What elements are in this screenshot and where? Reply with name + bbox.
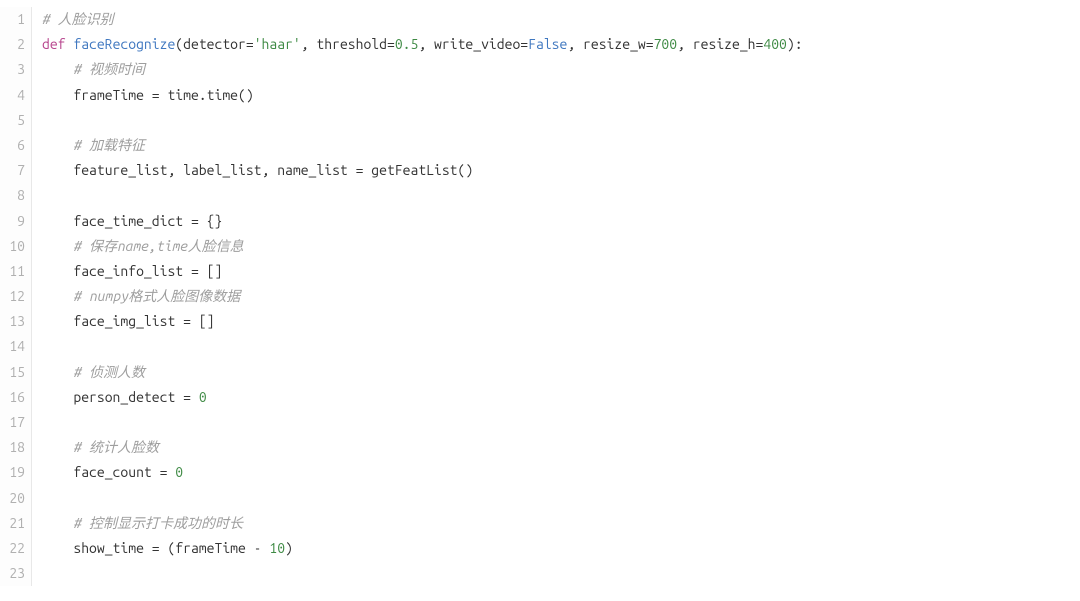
code-token: (detector= (175, 32, 253, 57)
code-line[interactable]: face_img_list = [] (42, 309, 1080, 334)
line-number: 6 (0, 133, 25, 158)
code-line[interactable]: # 侦测人数 (42, 360, 1080, 385)
code-token: # 保存name,time人脸信息 (73, 234, 243, 259)
code-token (42, 511, 73, 536)
code-line[interactable]: person_detect = 0 (42, 385, 1080, 410)
line-number: 19 (0, 460, 25, 485)
code-line[interactable]: show_time = (frameTime - 10) (42, 536, 1080, 561)
line-number: 15 (0, 360, 25, 385)
code-token (42, 435, 73, 460)
code-line[interactable] (42, 334, 1080, 359)
line-number: 23 (0, 561, 25, 586)
code-line[interactable] (42, 486, 1080, 511)
code-line[interactable]: # 视频时间 (42, 57, 1080, 82)
code-token: face_count = (42, 460, 175, 485)
code-line[interactable]: # 控制显示打卡成功的时长 (42, 511, 1080, 536)
code-token: # 统计人脸数 (73, 435, 159, 460)
code-area[interactable]: # 人脸识别def faceRecognize(detector='haar',… (32, 7, 1080, 586)
code-token: def (42, 32, 66, 57)
code-token: face_img_list = [] (42, 309, 214, 334)
line-number: 5 (0, 108, 25, 133)
code-token: face_time_dict = {} (42, 209, 222, 234)
code-token (42, 133, 73, 158)
code-token: 0.5 (395, 32, 419, 57)
code-token: , threshold= (301, 32, 395, 57)
line-number: 20 (0, 486, 25, 511)
code-token: feature_list, label_list, name_list = ge… (42, 158, 473, 183)
code-line[interactable]: # 保存name,time人脸信息 (42, 234, 1080, 259)
line-number: 3 (0, 57, 25, 82)
code-token: face_info_list = [] (42, 259, 222, 284)
line-number: 14 (0, 334, 25, 359)
line-number: 21 (0, 511, 25, 536)
line-number: 9 (0, 209, 25, 234)
code-line[interactable]: face_time_dict = {} (42, 209, 1080, 234)
line-number: 8 (0, 183, 25, 208)
code-token: faceRecognize (73, 32, 175, 57)
line-number: 13 (0, 309, 25, 334)
code-token: 700 (654, 32, 678, 57)
line-number: 17 (0, 410, 25, 435)
code-token: 0 (199, 385, 207, 410)
code-token: show_time = (frameTime - (42, 536, 269, 561)
line-number-gutter: 1234567891011121314151617181920212223 (0, 7, 32, 586)
code-token: # 视频时间 (73, 57, 145, 82)
code-token: , resize_w= (567, 32, 653, 57)
code-line[interactable] (42, 410, 1080, 435)
code-token: 10 (269, 536, 285, 561)
code-token: 'haar' (254, 32, 301, 57)
code-token: # numpy格式人脸图像数据 (73, 284, 240, 309)
code-token: , resize_h= (677, 32, 763, 57)
code-token: # 人脸识别 (42, 7, 114, 32)
code-token: , write_video= (418, 32, 528, 57)
code-token (42, 284, 73, 309)
line-number: 1 (0, 7, 25, 32)
code-token (42, 234, 73, 259)
code-token: # 控制显示打卡成功的时长 (73, 511, 243, 536)
line-number: 22 (0, 536, 25, 561)
line-number: 11 (0, 259, 25, 284)
code-line[interactable]: # 人脸识别 (42, 7, 1080, 32)
code-line[interactable] (42, 561, 1080, 586)
code-line[interactable]: frameTime = time.time() (42, 83, 1080, 108)
code-line[interactable] (42, 108, 1080, 133)
code-line[interactable] (42, 183, 1080, 208)
code-line[interactable]: face_count = 0 (42, 460, 1080, 485)
line-number: 10 (0, 234, 25, 259)
code-token: ): (787, 32, 803, 57)
line-number: 12 (0, 284, 25, 309)
code-token (66, 32, 74, 57)
line-number: 2 (0, 32, 25, 57)
line-number: 7 (0, 158, 25, 183)
code-token: False (528, 32, 567, 57)
code-container: 1234567891011121314151617181920212223 # … (0, 7, 1080, 586)
code-line[interactable]: face_info_list = [] (42, 259, 1080, 284)
code-token: ) (285, 536, 293, 561)
code-token: # 加载特征 (73, 133, 145, 158)
line-number: 4 (0, 83, 25, 108)
code-line[interactable]: feature_list, label_list, name_list = ge… (42, 158, 1080, 183)
code-line[interactable]: # numpy格式人脸图像数据 (42, 284, 1080, 309)
code-token (42, 57, 73, 82)
code-token: # 侦测人数 (73, 360, 145, 385)
code-line[interactable]: # 加载特征 (42, 133, 1080, 158)
code-token: 400 (763, 32, 787, 57)
line-number: 18 (0, 435, 25, 460)
code-token: 0 (175, 460, 183, 485)
code-token: frameTime = time.time() (42, 83, 254, 108)
line-number: 16 (0, 385, 25, 410)
code-token (42, 360, 73, 385)
code-line[interactable]: def faceRecognize(detector='haar', thres… (42, 32, 1080, 57)
code-line[interactable]: # 统计人脸数 (42, 435, 1080, 460)
code-token: person_detect = (42, 385, 199, 410)
